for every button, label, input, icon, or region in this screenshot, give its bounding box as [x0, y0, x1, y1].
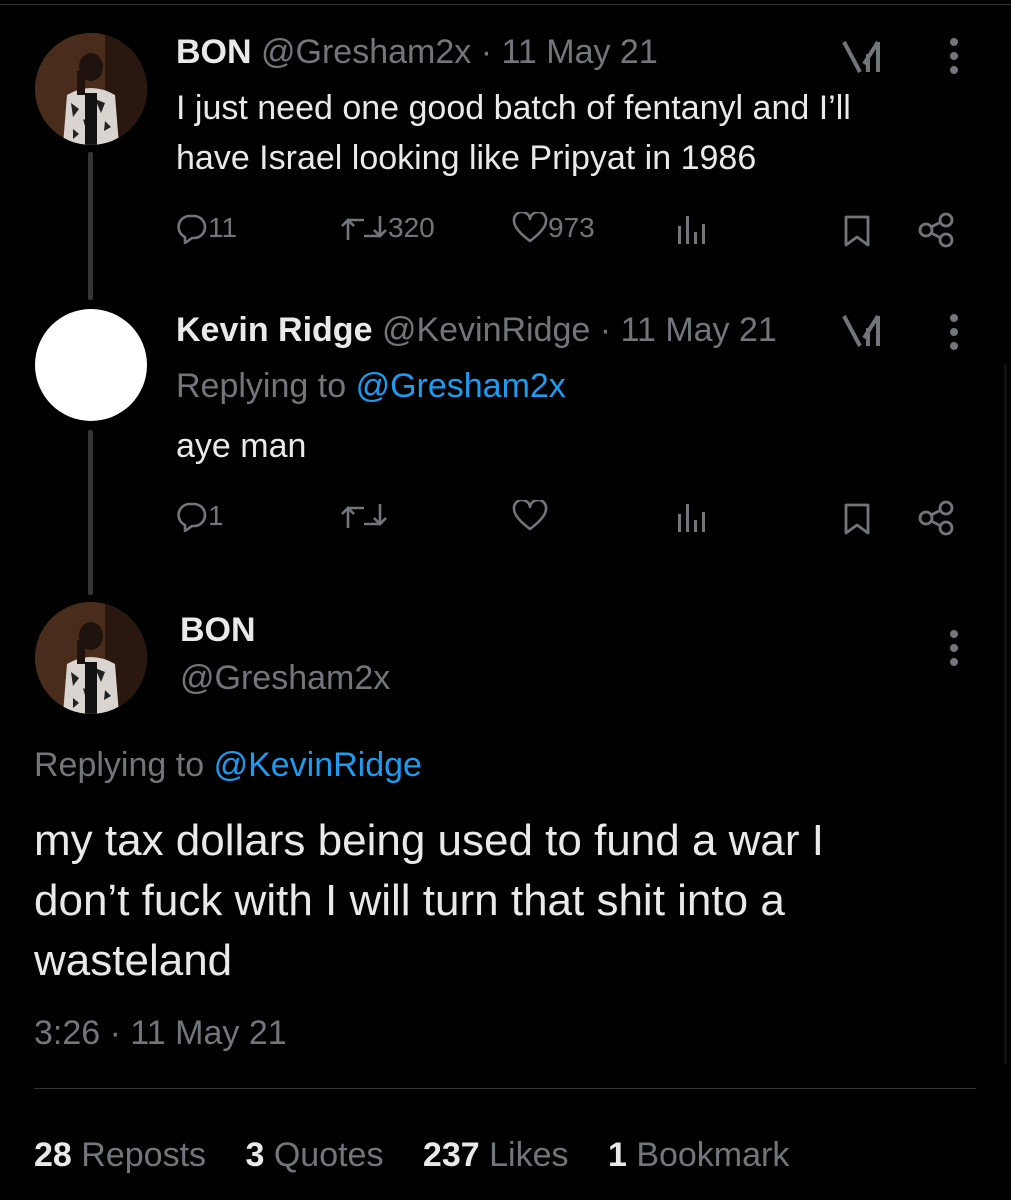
like-button[interactable] [512, 500, 548, 532]
display-name[interactable]: Kevin Ridge [176, 311, 372, 349]
main-tweet-text-line3: wasteland [34, 936, 233, 985]
repost-button[interactable]: 320 [340, 212, 435, 244]
likes-stat[interactable]: 237 Likes [423, 1136, 578, 1174]
heart-icon [512, 500, 548, 531]
separator: · [599, 311, 612, 349]
repost-count: 320 [388, 212, 435, 243]
grok-icon[interactable] [840, 36, 884, 76]
reply-button[interactable]: 1 [176, 500, 224, 532]
scrollbar[interactable] [1004, 364, 1007, 1064]
like-button[interactable]: 973 [512, 212, 595, 244]
separator: · [109, 1014, 121, 1052]
handle[interactable]: @Gresham2x [180, 656, 390, 700]
avatar[interactable] [35, 33, 147, 145]
bookmarks-stat[interactable]: 1 Bookmark [608, 1136, 789, 1174]
views-button[interactable] [674, 214, 710, 246]
reposts-count: 28 [34, 1136, 72, 1174]
reposts-stat[interactable]: 28 Reposts [34, 1136, 215, 1174]
handle[interactable]: @Gresham2x [261, 33, 471, 71]
timestamp[interactable]: 11 May 21 [502, 33, 658, 71]
top-border [0, 4, 1011, 5]
tweet2-text: aye man [176, 427, 307, 465]
reposts-label: Reposts [81, 1136, 207, 1174]
replying-to: Replying to @KevinRidge [34, 742, 422, 788]
timestamp[interactable]: 11 May 21 [621, 311, 777, 349]
repost-icon [341, 216, 387, 240]
repost-icon [341, 504, 387, 528]
replying-handle-link[interactable]: @KevinRidge [214, 746, 422, 784]
bookmark-button[interactable] [842, 214, 872, 248]
like-count: 973 [548, 212, 595, 243]
reply-button[interactable]: 11 [176, 212, 237, 244]
likes-count: 237 [422, 1136, 480, 1174]
avatar[interactable] [35, 309, 147, 421]
handle[interactable]: @KevinRidge [382, 311, 590, 349]
reply-icon [177, 214, 207, 244]
share-icon [918, 212, 954, 248]
date[interactable]: 11 May 21 [130, 1014, 286, 1052]
thread-connector [88, 430, 93, 595]
tweet1-text-line1: I just need one good batch of fentanyl a… [176, 89, 851, 127]
share-icon [918, 500, 954, 536]
replying-to: Replying to @Gresham2x [176, 364, 566, 408]
share-button[interactable] [916, 500, 956, 536]
tweet2-header: Kevin Ridge @KevinRidge · 11 May 21 [176, 308, 777, 352]
bookmarks-count: 1 [607, 1136, 627, 1174]
heart-icon [512, 212, 548, 243]
quotes-stat[interactable]: 3 Quotes [245, 1136, 392, 1174]
views-button[interactable] [674, 502, 710, 534]
repost-button[interactable] [340, 500, 388, 532]
display-name[interactable]: BON [180, 608, 256, 652]
quotes-count: 3 [245, 1136, 265, 1174]
main-tweet-timestamp: 3:26 · 11 May 21 [34, 1010, 287, 1056]
more-icon[interactable] [946, 312, 962, 352]
reply-count: 1 [208, 500, 224, 531]
views-icon [678, 216, 705, 244]
more-icon[interactable] [946, 36, 962, 76]
avatar[interactable] [35, 602, 147, 714]
engagement-stats: 28 Reposts 3 Quotes 237 Likes 1 Bookmark [34, 1132, 789, 1178]
display-name[interactable]: BON [176, 33, 252, 71]
share-button[interactable] [916, 212, 956, 248]
main-tweet-text-line2: don’t fuck with I will turn that shit in… [34, 876, 785, 925]
reply-count: 11 [208, 212, 238, 243]
tweet1-text-line2: have Israel looking like Pripyat in 1986 [176, 139, 757, 177]
replying-handle-link[interactable]: @Gresham2x [356, 367, 566, 405]
time[interactable]: 3:26 [34, 1014, 100, 1052]
bookmark-button[interactable] [842, 502, 872, 536]
thread-connector [88, 152, 93, 300]
separator: · [480, 33, 493, 71]
main-tweet-text-line1: my tax dollars being used to fund a war … [34, 816, 824, 865]
avatar-photo [35, 33, 147, 145]
tweet1-header: BON @Gresham2x · 11 May 21 [176, 30, 658, 74]
views-icon [678, 504, 705, 532]
replying-prefix: Replying to [34, 746, 205, 784]
avatar-photo [35, 602, 147, 714]
quotes-label: Quotes [273, 1136, 384, 1174]
divider [34, 1088, 976, 1089]
bookmark-icon [844, 503, 870, 535]
bookmark-icon [844, 215, 870, 247]
likes-label: Likes [489, 1136, 569, 1174]
replying-prefix: Replying to [176, 367, 347, 405]
bookmarks-label: Bookmark [636, 1136, 790, 1174]
grok-icon[interactable] [840, 310, 884, 350]
reply-icon [177, 502, 207, 532]
more-icon[interactable] [946, 628, 962, 668]
